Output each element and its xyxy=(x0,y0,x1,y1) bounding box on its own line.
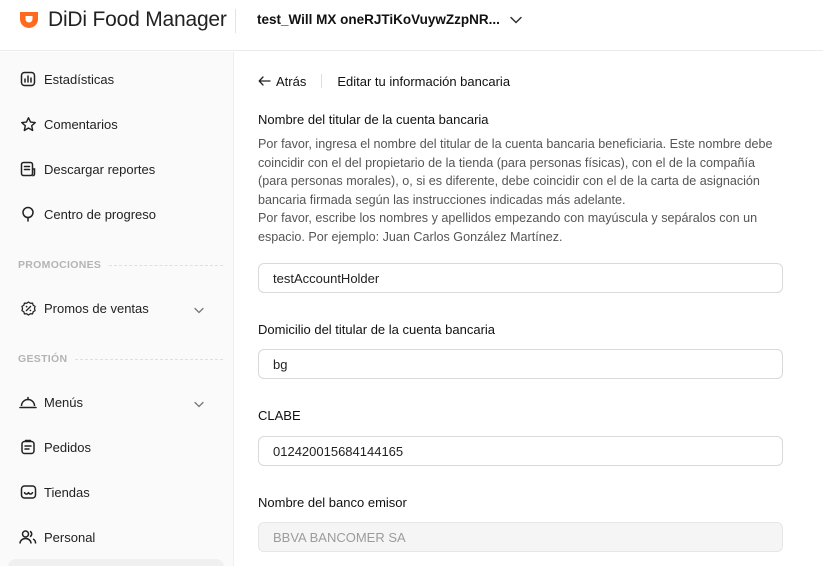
holder-name-label: Nombre del titular de la cuenta bancaria xyxy=(258,112,489,127)
clabe-value: 012420015684144165 xyxy=(273,443,404,459)
brand-prefix: DiDi xyxy=(48,8,87,31)
people-icon xyxy=(19,528,37,546)
holder-address-value: bg xyxy=(273,356,288,372)
holder-desc-paragraph-1: Por favor, ingresa el nombre del titular… xyxy=(258,137,773,207)
brand-name: DiDi Food Manager xyxy=(48,8,227,32)
section-label: PROMOCIONES xyxy=(18,259,102,271)
bank-name-input: BBVA BANCOMER SA xyxy=(258,522,783,552)
holder-address-input[interactable]: bg xyxy=(258,349,783,379)
store-selector[interactable]: test_Will MX oneRJTiKoVuywZzpNR... xyxy=(257,12,522,27)
holder-address-label: Domicilio del titular de la cuenta banca… xyxy=(258,322,496,337)
holder-name-input[interactable]: testAccountHolder xyxy=(258,263,783,293)
report-download-icon xyxy=(19,160,37,178)
clabe-label: CLABE xyxy=(258,408,301,423)
section-divider xyxy=(75,358,223,360)
chevron-down-icon xyxy=(510,12,522,27)
sidebar-item-label: Tiendas xyxy=(44,484,90,500)
brand-suffix: Food Manager xyxy=(92,8,227,31)
star-icon xyxy=(19,115,37,133)
sidebar-item-descargar-reportes[interactable]: Descargar reportes xyxy=(0,151,234,187)
sidebar-item-label: Comentarios xyxy=(44,116,118,132)
holder-name-value: testAccountHolder xyxy=(273,270,380,286)
top-header: DiDi Food Manager test_Will MX oneRJTiKo… xyxy=(0,0,823,51)
topbar-divider xyxy=(321,74,323,88)
chevron-down-icon xyxy=(194,302,204,317)
sidebar: Estadísticas Comentarios Descargar repor… xyxy=(0,52,234,566)
section-divider xyxy=(109,264,223,266)
cloche-icon xyxy=(19,393,37,411)
chevron-down-icon xyxy=(194,396,204,411)
sidebar-item-label: Centro de progreso xyxy=(44,206,157,222)
sidebar-item-label: Estadísticas xyxy=(44,71,115,87)
header-divider xyxy=(235,9,236,33)
page-topbar: Atrás Editar tu información bancaria xyxy=(258,73,510,89)
sidebar-item-label: Pedidos xyxy=(44,439,91,455)
didi-logo-icon xyxy=(20,12,38,28)
arrow-left-icon xyxy=(258,74,271,89)
pin-icon xyxy=(19,205,37,223)
sidebar-item-comentarios[interactable]: Comentarios xyxy=(0,106,234,142)
sidebar-item-centro-de-progreso[interactable]: Centro de progreso xyxy=(0,196,234,232)
back-button[interactable]: Atrás xyxy=(258,74,306,89)
sidebar-item-pedidos[interactable]: Pedidos xyxy=(0,429,234,465)
store-icon xyxy=(19,483,37,501)
sidebar-item-menus[interactable]: Menús xyxy=(0,384,234,420)
clabe-input[interactable]: 012420015684144165 xyxy=(258,436,783,466)
sidebar-item-estadisticas[interactable]: Estadísticas xyxy=(0,61,234,97)
page-title: Editar tu información bancaria xyxy=(337,73,511,89)
section-label: GESTIÓN xyxy=(18,353,68,365)
percent-badge-icon xyxy=(19,299,37,317)
sidebar-item-tiendas[interactable]: Tiendas xyxy=(0,474,234,510)
sidebar-item-label: Personal xyxy=(44,529,96,545)
bar-chart-icon xyxy=(19,70,37,88)
holder-name-description: Por favor, ingresa el nombre del titular… xyxy=(258,135,778,246)
sidebar-item-label: Promos de ventas xyxy=(44,300,149,316)
holder-desc-paragraph-2: Por favor, escribe los nombres y apellid… xyxy=(258,211,758,244)
store-name: test_Will MX oneRJTiKoVuywZzpNR... xyxy=(257,12,500,27)
sidebar-item-promos-de-ventas[interactable]: Promos de ventas xyxy=(0,290,234,326)
back-label: Atrás xyxy=(276,73,307,89)
sidebar-item-label: Descargar reportes xyxy=(44,161,156,177)
sidebar-item-personal[interactable]: Personal xyxy=(0,519,234,555)
didi-logo[interactable]: DiDi Food Manager xyxy=(17,6,227,34)
sidebar-item-partial[interactable] xyxy=(8,559,224,566)
section-promociones: PROMOCIONES xyxy=(18,259,223,271)
bank-name-label: Nombre del banco emisor xyxy=(258,495,407,510)
main-content: Atrás Editar tu información bancaria Nom… xyxy=(235,52,823,566)
bank-name-value: BBVA BANCOMER SA xyxy=(273,529,406,545)
sidebar-item-label: Menús xyxy=(44,394,84,410)
clipboard-icon xyxy=(19,438,37,456)
section-gestion: GESTIÓN xyxy=(18,353,223,365)
